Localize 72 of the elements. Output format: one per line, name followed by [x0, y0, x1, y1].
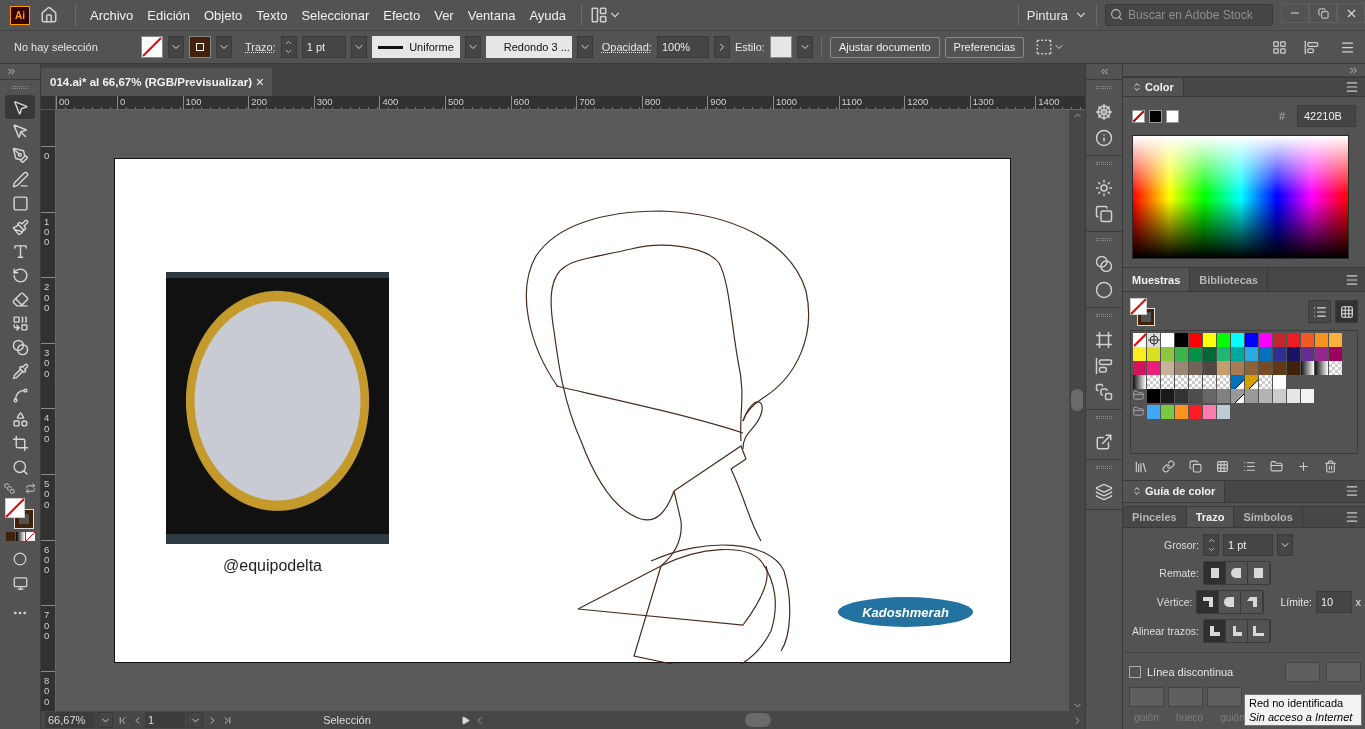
menu-item[interactable]: Texto [249, 3, 295, 27]
stroke-weight-field[interactable]: 1 pt [301, 36, 346, 58]
ruler-label: 800 [644, 96, 662, 107]
ruler-label: 0 [120, 96, 127, 107]
menu-item[interactable]: Seleccionar [294, 3, 377, 27]
ruler-label: 800 [44, 675, 51, 708]
ruler-label: 200 [251, 96, 269, 107]
opacity-field[interactable]: 100% [656, 36, 709, 58]
dashed-line-label: Línea discontinua [1147, 666, 1234, 678]
page-field[interactable]: 1 [145, 712, 185, 728]
ruler-label: 0 [44, 151, 51, 162]
menu-item[interactable]: Edición [140, 3, 197, 27]
ruler-label: 300 [44, 347, 51, 380]
search-field[interactable]: Buscar en Adobe Stock [1105, 4, 1273, 26]
status-text: Selección [322, 714, 372, 726]
selection-status: No hay selección [14, 41, 99, 53]
brush-dropdown[interactable]: Redondo 3 ... [485, 36, 572, 58]
tab-close-button[interactable]: × [255, 74, 264, 90]
weight-field[interactable]: 1 pt [1223, 534, 1273, 556]
ruler-label: 00 [59, 96, 71, 107]
limit-field[interactable]: 10 [1315, 591, 1352, 613]
menu-item[interactable]: Ayuda [522, 3, 574, 27]
zoom-field[interactable]: 66,67% [45, 712, 95, 728]
ruler-label: 200 [44, 282, 51, 314]
menu-item[interactable]: Ventana [460, 3, 523, 27]
cap-label: Remate: [1158, 567, 1199, 579]
ruler-label: 700 [44, 610, 51, 642]
ruler-label: 100 [44, 216, 51, 248]
tooltip-title: Red no identificada [1249, 696, 1345, 710]
document-button[interactable]: Ajustar documento [829, 36, 940, 58]
ruler-label: 600 [513, 96, 531, 107]
workspace-switcher[interactable]: Pintura [1026, 7, 1088, 23]
document-button[interactable]: Preferencias [944, 36, 1025, 58]
ruler-label: 1400 [1038, 96, 1061, 107]
tooltip-subtitle: Sin acceso a Internet [1249, 710, 1354, 724]
align-label: Alinear trazos: [1130, 625, 1199, 637]
stroke-profile-dropdown[interactable]: Uniforme [371, 36, 460, 58]
hex-label: # [1278, 110, 1285, 123]
weight-label: Grosor: [1163, 539, 1199, 551]
ruler-label: 1100 [841, 96, 863, 107]
panel-tab[interactable]: Guía de color [1123, 480, 1226, 502]
limit-unit: x [1355, 596, 1361, 608]
ruler-label: 500 [44, 478, 51, 511]
photo-caption: @equipodelta [223, 557, 322, 575]
menu-item[interactable]: Efecto [376, 3, 428, 27]
menu-item[interactable]: Ver [427, 3, 461, 27]
ruler-label: 300 [316, 96, 334, 107]
document-tab[interactable]: 014.ai* al 66,67% (RGB/Previsualizar) × [41, 68, 272, 96]
app-logo: Ai [10, 5, 30, 25]
ruler-label: 100 [185, 96, 203, 107]
ruler-label: 400 [44, 413, 51, 445]
ruler-label: 600 [44, 544, 51, 576]
ruler-label: 1000 [775, 96, 799, 107]
stroke-label: Trazo: [245, 41, 276, 53]
ruler-label: 700 [579, 96, 596, 107]
document-title: 014.ai* al 66,67% (RGB/Previsualizar) [50, 76, 252, 88]
hex-field[interactable]: 42210B [1297, 105, 1356, 128]
menu-item[interactable]: Objeto [197, 3, 250, 27]
opacity-label: Opacidad: [601, 41, 652, 53]
corner-label: Vértice: [1155, 596, 1193, 608]
panel-tab[interactable]: Trazo [1186, 507, 1235, 527]
limit-label: Límite: [1280, 596, 1312, 608]
ruler-label: 1300 [972, 96, 995, 107]
style-label: Estilo: [734, 41, 765, 53]
signature-badge: Kadoshmerah [838, 597, 973, 627]
ruler-label: 900 [710, 96, 728, 107]
panel-tab[interactable]: Muestras [1123, 268, 1191, 291]
ruler-label: 400 [382, 96, 400, 107]
menu-item[interactable]: Archivo [83, 3, 141, 27]
panel-tab[interactable]: Color [1123, 78, 1184, 97]
ruler-label: 500 [447, 96, 465, 107]
ruler-label: 1200 [907, 96, 930, 107]
